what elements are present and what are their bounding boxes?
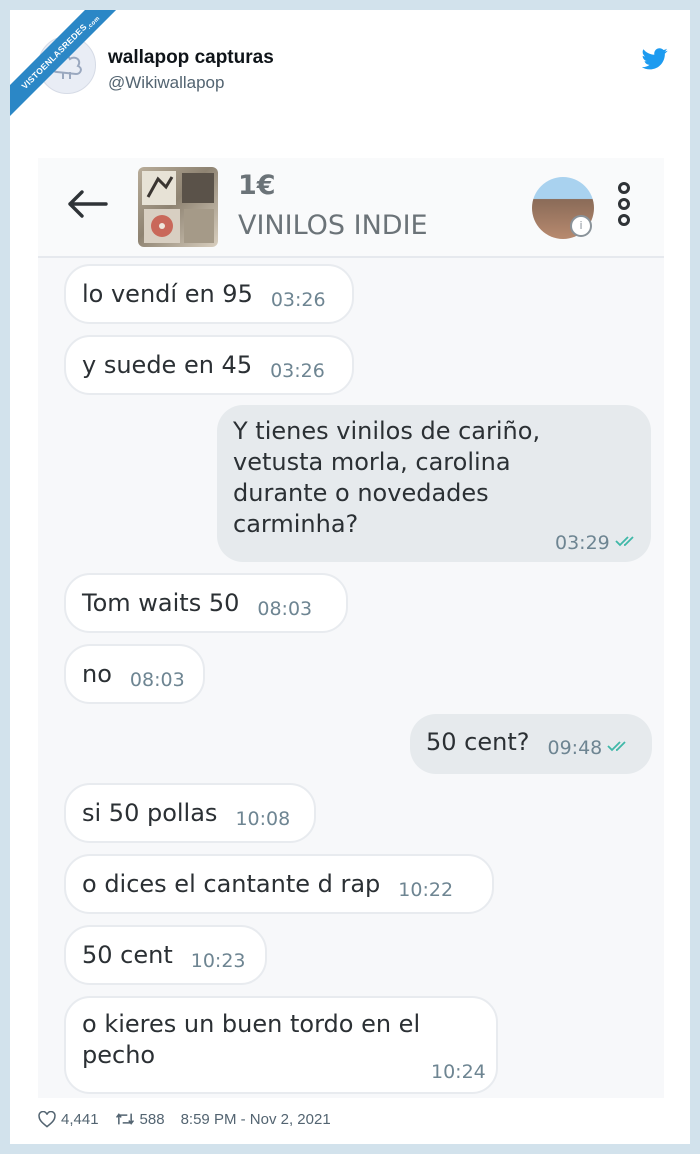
message-text: Y tienes vinilos de cariño, vetusta morla… xyxy=(233,416,540,540)
author-name[interactable]: wallapop capturas xyxy=(108,47,274,69)
message-text: Tom waits 50 xyxy=(82,589,240,617)
message-time: 03:29 xyxy=(555,532,610,554)
double-check-icon xyxy=(607,741,626,752)
message-line: o kieres un buen tordo en el xyxy=(82,1010,421,1038)
message-time: 10:24 xyxy=(431,1061,486,1083)
chat-screenshot: 1€ VINILOS INDIE i lo vendí en 95 03:26 y … xyxy=(38,158,664,1098)
more-vertical-icon[interactable] xyxy=(618,182,632,228)
message-time: 03:26 xyxy=(270,360,325,382)
retweet-icon xyxy=(115,1113,134,1125)
chat-header: 1€ VINILOS INDIE i xyxy=(38,158,664,258)
like-count: 4,441 xyxy=(61,1110,99,1128)
message-line: carminha? xyxy=(233,510,359,538)
watermark-text: VISTOENLASREDES.com xyxy=(10,10,130,121)
incoming-message-bubble[interactable]: si 50 pollas 10:08 xyxy=(64,783,316,843)
back-arrow-icon[interactable] xyxy=(66,188,108,220)
double-check-icon xyxy=(615,536,634,547)
incoming-message-bubble[interactable]: no 08:03 xyxy=(64,644,205,704)
message-line: pecho xyxy=(82,1041,156,1069)
message-time: 08:03 xyxy=(257,598,313,620)
info-icon: i xyxy=(570,215,592,237)
message-line: vetusta morla, carolina xyxy=(233,448,511,476)
message-text: y suede en 45 xyxy=(82,351,253,379)
message-line: Y tienes vinilos de cariño, xyxy=(233,417,541,445)
incoming-message-bubble[interactable]: o kieres un buen tordo en el pecho 10:24 xyxy=(64,996,498,1094)
message-text: 50 cent xyxy=(82,941,173,969)
message-text: o kieres un buen tordo en el pecho xyxy=(82,1009,420,1071)
like-stat[interactable]: 4,441 xyxy=(38,1110,99,1128)
heart-icon xyxy=(38,1110,56,1128)
message-time: 10:08 xyxy=(235,808,291,830)
message-time: 09:48 xyxy=(547,737,603,759)
message-text: 50 cent? xyxy=(426,728,530,756)
message-text: lo vendí en 95 xyxy=(82,280,253,308)
incoming-message-bubble[interactable]: Tom waits 50 08:03 xyxy=(64,573,348,633)
record-cover-image xyxy=(142,171,214,243)
twitter-bird-icon[interactable] xyxy=(642,48,668,70)
retweet-stat[interactable]: 588 xyxy=(115,1111,165,1128)
incoming-message-bubble[interactable]: o dices el cantante d rap 10:22 xyxy=(64,854,494,914)
message-text: si 50 pollas xyxy=(82,799,218,827)
item-thumbnail[interactable] xyxy=(138,167,218,247)
message-time: 10:23 xyxy=(190,950,246,972)
watermark-ribbon: VISTOENLASREDES.com xyxy=(10,10,130,130)
message-time: 08:03 xyxy=(129,669,185,691)
incoming-message-bubble[interactable]: 50 cent 10:23 xyxy=(64,925,267,985)
outgoing-message-bubble[interactable]: Y tienes vinilos de cariño, vetusta morla… xyxy=(217,405,651,562)
retweet-count: 588 xyxy=(139,1110,165,1128)
incoming-message-bubble[interactable]: lo vendí en 95 03:26 xyxy=(64,264,354,324)
incoming-message-bubble[interactable]: y suede en 45 03:26 xyxy=(64,335,354,395)
outgoing-message-bubble[interactable]: 50 cent? 09:48 xyxy=(410,714,652,774)
message-line: durante o novedades xyxy=(233,479,489,507)
tweet-header: wallapop capturas @Wikiwallapop xyxy=(38,36,668,96)
tweet-footer: 4,441 588 8:59 PM - Nov 2, 2021 xyxy=(38,1108,331,1130)
tweet-card: VISTOENLASREDES.com wallapop capturas @W… xyxy=(10,10,690,1144)
message-text: no xyxy=(82,660,112,688)
tweet-timestamp[interactable]: 8:59 PM - Nov 2, 2021 xyxy=(181,1111,331,1128)
item-price: 1€ xyxy=(238,170,276,201)
item-title[interactable]: VINILOS INDIE xyxy=(238,210,428,241)
message-time: 10:22 xyxy=(398,879,454,901)
message-time: 03:26 xyxy=(270,289,326,311)
message-text: o dices el cantante d rap xyxy=(82,870,381,898)
